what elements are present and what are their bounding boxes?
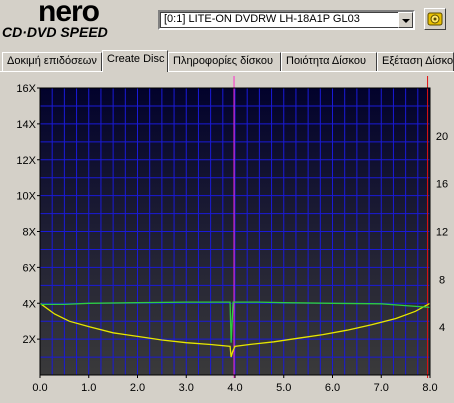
x-tick-label: 8.0: [422, 382, 437, 394]
create-disc-chart: 2X 4X 6X 8X 10X 12X 14X 16X 4 8 12 16 20 0.0 1.0 2.0 3.0…: [0, 72, 454, 400]
settings-button[interactable]: [424, 8, 446, 30]
logo-subtitle: CD·DVD SPEED: [2, 24, 108, 40]
nero-logo: nero CD·DVD SPEED: [0, 0, 152, 44]
x-tick-label: 1.0: [81, 382, 96, 394]
tab-disc-scan[interactable]: Εξέταση Δίσκου: [377, 52, 454, 71]
logo-word: nero: [38, 0, 100, 28]
settings-icon: [427, 12, 443, 26]
chart-svg: 2X 4X 6X 8X 10X 12X 14X 16X 4 8 12 16 20 0.0 1.0 2.0 3.0…: [16, 76, 448, 394]
drive-select-value: [0:1] LITE-ON DVDRW LH-18A1P GL03: [164, 13, 360, 25]
x-tick-label: 3.0: [179, 382, 194, 394]
tab-disc-quality[interactable]: Ποιότητα Δίσκου: [281, 52, 377, 71]
y-right-tick-label: 12: [436, 227, 448, 239]
y-left-tick-label: 14X: [16, 119, 36, 131]
x-tick-label: 0.0: [32, 382, 47, 394]
x-tick-label: 4.0: [227, 382, 242, 394]
tab-create-disc[interactable]: Create Disc: [102, 50, 168, 72]
x-tick-label: 7.0: [374, 382, 389, 394]
y-left-tick-label: 12X: [16, 155, 36, 167]
tab-bar: Δοκιμή επιδόσεων Create Disc Πληροφορίες…: [0, 50, 454, 72]
drive-select[interactable]: [0:1] LITE-ON DVDRW LH-18A1P GL03: [158, 10, 415, 30]
chevron-down-icon: [402, 19, 410, 23]
y-left-tick-label: 2X: [23, 334, 37, 346]
y-left-tick-label: 8X: [23, 227, 37, 239]
x-tick-label: 6.0: [325, 382, 340, 394]
tab-benchmark[interactable]: Δοκιμή επιδόσεων: [2, 52, 102, 71]
y-right-tick-label: 20: [436, 131, 448, 143]
x-tick-label: 5.0: [276, 382, 291, 394]
y-right-tick-label: 16: [436, 179, 448, 191]
x-tick-label: 2.0: [130, 382, 145, 394]
y-right-tick-label: 8: [439, 274, 445, 286]
tab-disc-info[interactable]: Πληροφορίες δίσκου: [168, 52, 281, 71]
y-left-tick-label: 16X: [16, 83, 36, 95]
y-left-tick-label: 10X: [16, 191, 36, 203]
y-left-tick-label: 6X: [23, 262, 37, 274]
y-right-tick-label: 4: [439, 322, 445, 334]
y-left-tick-label: 4X: [23, 298, 37, 310]
drive-dropdown-button[interactable]: [398, 12, 413, 28]
